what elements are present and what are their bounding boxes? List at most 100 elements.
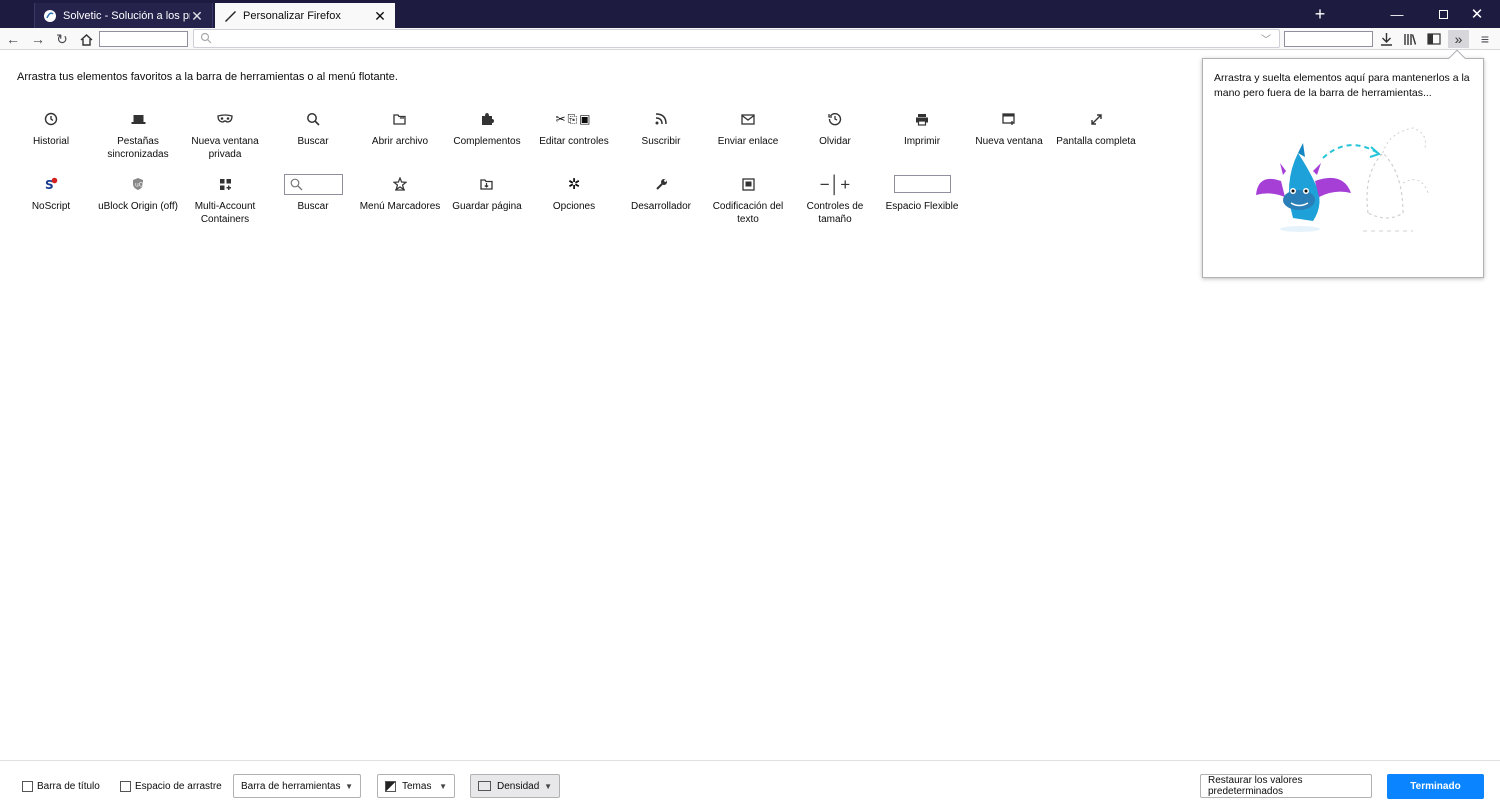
- palette-item-bookmarks-menu[interactable]: Menú Marcadores: [356, 173, 444, 213]
- tab-personalizar[interactable]: Personalizar Firefox ✕: [215, 3, 395, 28]
- zoom-controls-icon: −│+: [819, 174, 851, 194]
- theme-swatch-icon: [385, 780, 396, 792]
- search-icon: [290, 178, 302, 190]
- overflow-panel-text: Arrastra y suelta elementos aquí para ma…: [1214, 72, 1470, 99]
- themes-label: Temas: [402, 780, 432, 792]
- close-tab-icon[interactable]: ✕: [190, 9, 204, 23]
- new-window-icon: [1002, 112, 1015, 125]
- paintbrush-icon: [223, 9, 237, 23]
- palette-item-options[interactable]: ✲ Opciones: [530, 173, 618, 213]
- palette-item-label: Controles de tamaño: [806, 201, 864, 225]
- search-box-icon: [283, 173, 343, 195]
- palette-item-ublock[interactable]: uO uBlock Origin (off): [94, 173, 182, 213]
- drag-space-label: Espacio de arrastre: [135, 781, 222, 792]
- palette-item-noscript[interactable]: S NoScript: [7, 173, 95, 213]
- laptop-icon: [131, 115, 145, 124]
- palette-item-subscribe[interactable]: Suscribir: [617, 108, 705, 148]
- palette-item-label: Olvidar: [819, 136, 851, 147]
- palette-item-text-encoding[interactable]: Codificación del texto: [704, 173, 792, 226]
- drag-space-checkbox[interactable]: Espacio de arrastre: [120, 781, 222, 792]
- done-button[interactable]: Terminado: [1387, 774, 1484, 799]
- palette-item-developer[interactable]: Desarrollador: [617, 173, 705, 213]
- folder-open-icon: [393, 113, 406, 125]
- palette-item-open-file[interactable]: Abrir archivo: [356, 108, 444, 148]
- mask-icon: [217, 114, 233, 123]
- palette-item-containers[interactable]: Multi-Account Containers: [181, 173, 269, 226]
- reload-button[interactable]: ↻: [52, 30, 72, 48]
- palette-item-synced-tabs[interactable]: Pestañas sincronizadas: [94, 108, 182, 161]
- palette-item-label: Opciones: [552, 201, 596, 212]
- palette-item-label: Suscribir: [641, 136, 681, 147]
- overflow-panel[interactable]: Arrastra y suelta elementos aquí para ma…: [1202, 49, 1484, 278]
- palette-item-label: Enviar enlace: [717, 136, 779, 147]
- palette-item-label: Imprimir: [903, 136, 941, 147]
- palette-item-email-link[interactable]: Enviar enlace: [704, 108, 792, 148]
- palette-item-label: Buscar: [297, 201, 329, 212]
- checkbox-icon[interactable]: [22, 781, 33, 792]
- tab-label: Solvetic - Solución a los proble: [63, 9, 190, 22]
- containers-icon: [219, 178, 231, 190]
- palette-item-private-window[interactable]: Nueva ventana privada: [181, 108, 269, 161]
- hamburger-menu-button[interactable]: ≡: [1475, 30, 1495, 48]
- customize-footer: Barra de título Espacio de arrastre Barr…: [0, 760, 1500, 810]
- minimize-button[interactable]: —: [1374, 0, 1420, 28]
- overflow-menu-button[interactable]: »: [1448, 30, 1469, 48]
- palette-item-new-window[interactable]: Nueva ventana: [965, 108, 1053, 148]
- palette-item-print[interactable]: Imprimir: [878, 108, 966, 148]
- url-bar[interactable]: ﹀: [193, 29, 1280, 48]
- search-bar-placeholder[interactable]: [1284, 31, 1373, 47]
- arrow-right-icon: →: [31, 31, 45, 47]
- palette-item-label: Menú Marcadores: [359, 201, 441, 212]
- puzzle-icon: [482, 113, 494, 125]
- checkbox-icon[interactable]: [120, 781, 131, 792]
- toolbar-spring-placeholder[interactable]: [99, 31, 188, 47]
- palette-hint: Arrastra tus elementos favoritos a la ba…: [17, 71, 398, 83]
- palette-item-fullscreen[interactable]: Pantalla completa: [1052, 108, 1140, 148]
- chevron-down-icon[interactable]: ﹀: [1261, 31, 1271, 46]
- themes-dropdown[interactable]: Temas ▼: [377, 774, 455, 798]
- palette-item-label: Codificación del texto: [712, 201, 784, 225]
- chevron-down-icon: ▼: [439, 781, 447, 791]
- printer-icon: [916, 113, 928, 126]
- palette-item-addons[interactable]: Complementos: [443, 108, 531, 148]
- new-tab-button[interactable]: +: [1297, 0, 1343, 28]
- palette-item-save-page[interactable]: Guardar página: [443, 173, 531, 213]
- toolbars-dropdown[interactable]: Barra de herramientas ▼: [233, 774, 361, 798]
- home-button[interactable]: [76, 30, 96, 48]
- save-page-icon: [480, 178, 493, 190]
- title-bar-checkbox[interactable]: Barra de título: [22, 781, 100, 792]
- mail-icon: [741, 113, 755, 125]
- solvetic-favicon-icon: [43, 9, 57, 23]
- palette-item-label: Complementos: [453, 136, 521, 147]
- palette-item-search[interactable]: Buscar: [269, 108, 357, 148]
- palette-item-forget[interactable]: Olvidar: [791, 108, 879, 148]
- noscript-icon: S: [45, 177, 58, 191]
- wrench-icon: [655, 178, 667, 190]
- back-button[interactable]: ←: [3, 30, 23, 48]
- palette-item-flexible-space[interactable]: Espacio Flexible: [878, 173, 966, 213]
- bookmark-star-icon: [393, 177, 407, 191]
- sidebar-icon: [1427, 33, 1441, 45]
- dragon-illustration-icon: [1256, 127, 1429, 232]
- title-bar-label: Barra de título: [37, 781, 100, 792]
- restore-defaults-button[interactable]: Restaurar los valores predeterminados: [1200, 774, 1372, 798]
- search-icon: [200, 32, 212, 44]
- gear-icon: ✲: [567, 175, 581, 193]
- double-chevron-right-icon: »: [1454, 31, 1463, 47]
- palette-item-edit-controls[interactable]: ✂⎘▣ Editar controles: [530, 108, 618, 148]
- palette-item-historial[interactable]: Historial: [7, 108, 95, 148]
- palette-item-zoom-controls[interactable]: −│+ Controles de tamaño: [791, 173, 879, 226]
- sidebar-button[interactable]: [1424, 30, 1444, 48]
- forward-button[interactable]: →: [28, 30, 48, 48]
- close-tab-icon[interactable]: ✕: [373, 9, 387, 23]
- reload-icon: ↻: [56, 30, 68, 47]
- rss-icon: [655, 113, 667, 125]
- close-window-button[interactable]: ✕: [1454, 0, 1500, 28]
- tab-solvetic[interactable]: Solvetic - Solución a los proble ✕: [34, 3, 213, 28]
- density-dropdown[interactable]: Densidad ▼: [470, 774, 560, 798]
- downloads-button[interactable]: [1376, 30, 1396, 48]
- text-encoding-icon: [741, 177, 755, 191]
- library-button[interactable]: [1400, 30, 1420, 48]
- palette-item-search-box[interactable]: Buscar: [269, 173, 357, 213]
- clock-icon: [44, 112, 58, 126]
